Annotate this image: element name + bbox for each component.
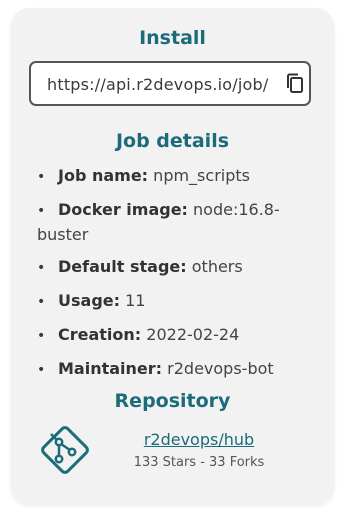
detail-value: r2devops-bot — [167, 359, 274, 378]
copy-icon[interactable] — [285, 73, 305, 95]
detail-creation: • Creation: 2022-02-24 — [37, 323, 297, 348]
bullet: • — [37, 169, 46, 185]
bullet: • — [37, 203, 46, 219]
detail-value: others — [191, 257, 243, 276]
detail-key: Job name: — [58, 166, 149, 185]
repository-title: Repository — [114, 390, 231, 412]
detail-maintainer: • Maintainer: r2devops-bot — [37, 357, 297, 382]
git-icon — [41, 426, 89, 474]
job-details-title: Job details — [115, 130, 230, 152]
install-command-field[interactable]: https://api.r2devops.io/job/ — [29, 61, 311, 106]
bullet: • — [37, 260, 46, 276]
detail-usage: • Usage: 11 — [37, 289, 297, 314]
detail-key: Default stage: — [58, 257, 187, 276]
detail-key: Creation: — [58, 325, 142, 344]
repository-stats: 133 Stars - 33 Forks — [133, 455, 265, 470]
bullet: • — [37, 328, 46, 344]
detail-value: 2022-02-24 — [146, 325, 240, 344]
detail-key: Usage: — [58, 291, 121, 310]
job-details-list: • Job name: npm_scripts • Docker image: no… — [37, 164, 297, 391]
detail-job-name: • Job name: npm_scripts — [37, 164, 297, 189]
detail-value: 11 — [125, 291, 146, 310]
bullet: • — [37, 294, 46, 310]
detail-value: npm_scripts — [153, 166, 250, 185]
install-url-text[interactable]: https://api.r2devops.io/job/ — [47, 75, 279, 94]
detail-default-stage: • Default stage: others — [37, 255, 297, 280]
detail-key: Docker image: — [58, 200, 188, 219]
job-card: Install https://api.r2devops.io/job/ Job… — [11, 8, 334, 504]
repository-link[interactable]: r2devops/hub — [104, 430, 294, 449]
detail-key: Maintainer: — [58, 359, 163, 378]
install-title: Install — [139, 27, 206, 49]
bullet: • — [37, 362, 46, 378]
detail-docker-image: • Docker image: node:16.8-buster — [37, 198, 297, 246]
